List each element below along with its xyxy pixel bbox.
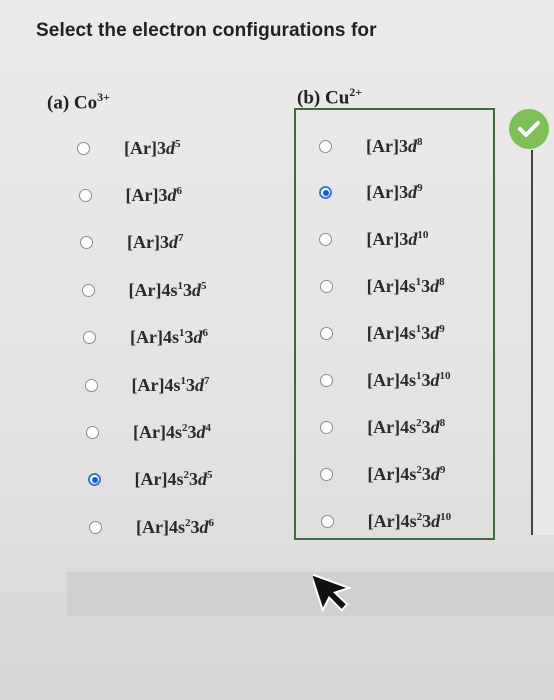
part-b-option-1[interactable]: [Ar]3d8 bbox=[319, 131, 422, 161]
radio-button[interactable] bbox=[320, 467, 334, 481]
part-a-option-4[interactable]: [Ar]4s13d5 bbox=[81, 275, 207, 305]
part-b-option-8[interactable]: [Ar]4s23d9 bbox=[320, 459, 445, 489]
part-b-option-4[interactable]: [Ar]4s13d8 bbox=[319, 272, 445, 302]
option-label: [Ar]4s13d5 bbox=[128, 279, 207, 300]
part-a-option-8[interactable]: [Ar]4s23d5 bbox=[87, 465, 213, 495]
part-a-option-3[interactable]: [Ar]3d7 bbox=[80, 228, 183, 258]
radio-button[interactable] bbox=[78, 188, 92, 202]
part-a-option-7[interactable]: [Ar]4s23d4 bbox=[86, 417, 211, 447]
option-label: [Ar]3d8 bbox=[366, 135, 423, 156]
radio-button[interactable] bbox=[81, 283, 95, 297]
option-label: [Ar]4s13d8 bbox=[366, 276, 445, 297]
mouse-pointer-icon bbox=[309, 566, 357, 619]
radio-button[interactable] bbox=[319, 186, 333, 200]
radio-button[interactable] bbox=[319, 280, 333, 294]
part-a-label: (a) Co3+ bbox=[47, 90, 110, 114]
part-a-option-1[interactable]: [Ar]3d5 bbox=[77, 133, 180, 163]
radio-button[interactable] bbox=[319, 327, 333, 341]
option-label: [Ar]3d5 bbox=[124, 137, 181, 158]
radio-button[interactable] bbox=[87, 473, 101, 487]
radio-button[interactable] bbox=[86, 425, 99, 439]
radio-button[interactable] bbox=[80, 236, 93, 250]
radio-button[interactable] bbox=[320, 374, 333, 387]
part-a-option-6[interactable]: [Ar]4s13d7 bbox=[84, 370, 210, 400]
part-a-option-2[interactable]: [Ar]3d6 bbox=[78, 180, 182, 210]
option-label: [Ar]4s23d4 bbox=[133, 421, 211, 442]
question-text: Select the electron configurations for bbox=[36, 20, 377, 41]
option-label: [Ar]3d7 bbox=[127, 232, 184, 253]
option-label: [Ar]4s13d6 bbox=[130, 327, 208, 348]
option-label: [Ar]3d10 bbox=[366, 229, 429, 250]
part-b-label: (b) Cu2+ bbox=[297, 85, 363, 109]
part-b-option-7[interactable]: [Ar]4s23d8 bbox=[320, 412, 445, 442]
radio-button[interactable] bbox=[320, 420, 334, 434]
part-a-option-5[interactable]: [Ar]4s13d6 bbox=[83, 323, 208, 353]
part-b-option-3[interactable]: [Ar]3d10 bbox=[319, 225, 428, 255]
radio-button[interactable] bbox=[83, 331, 96, 345]
radio-button[interactable] bbox=[77, 141, 90, 155]
part-b-option-6[interactable]: [Ar]4s13d10 bbox=[320, 366, 450, 396]
option-label: [Ar]4s13d7 bbox=[131, 374, 210, 395]
footer-bar bbox=[67, 572, 554, 616]
part-a-option-9[interactable]: [Ar]4s23d6 bbox=[89, 512, 214, 542]
option-label: [Ar]4s23d10 bbox=[367, 510, 452, 531]
part-b-option-2[interactable]: [Ar]3d9 bbox=[319, 178, 423, 208]
right-panel-edge bbox=[531, 150, 554, 535]
radio-button[interactable] bbox=[319, 139, 332, 153]
part-b-option-5[interactable]: [Ar]4s13d9 bbox=[319, 319, 445, 349]
option-label: [Ar]4s13d9 bbox=[366, 323, 445, 344]
option-label: [Ar]4s23d8 bbox=[367, 416, 446, 437]
check-circle-icon bbox=[509, 109, 549, 149]
part-b-option-9[interactable]: [Ar]4s23d10 bbox=[320, 506, 452, 536]
option-label: [Ar]4s23d5 bbox=[134, 469, 213, 490]
radio-button[interactable] bbox=[320, 514, 334, 528]
option-label: [Ar]4s23d9 bbox=[367, 463, 446, 484]
option-label: [Ar]3d9 bbox=[366, 182, 423, 203]
option-label: [Ar]3d6 bbox=[125, 184, 182, 205]
option-label: [Ar]4s13d10 bbox=[367, 370, 451, 390]
radio-button[interactable] bbox=[84, 378, 98, 392]
option-label: [Ar]4s23d6 bbox=[136, 516, 214, 537]
radio-button[interactable] bbox=[89, 520, 102, 534]
radio-button[interactable] bbox=[319, 233, 333, 247]
